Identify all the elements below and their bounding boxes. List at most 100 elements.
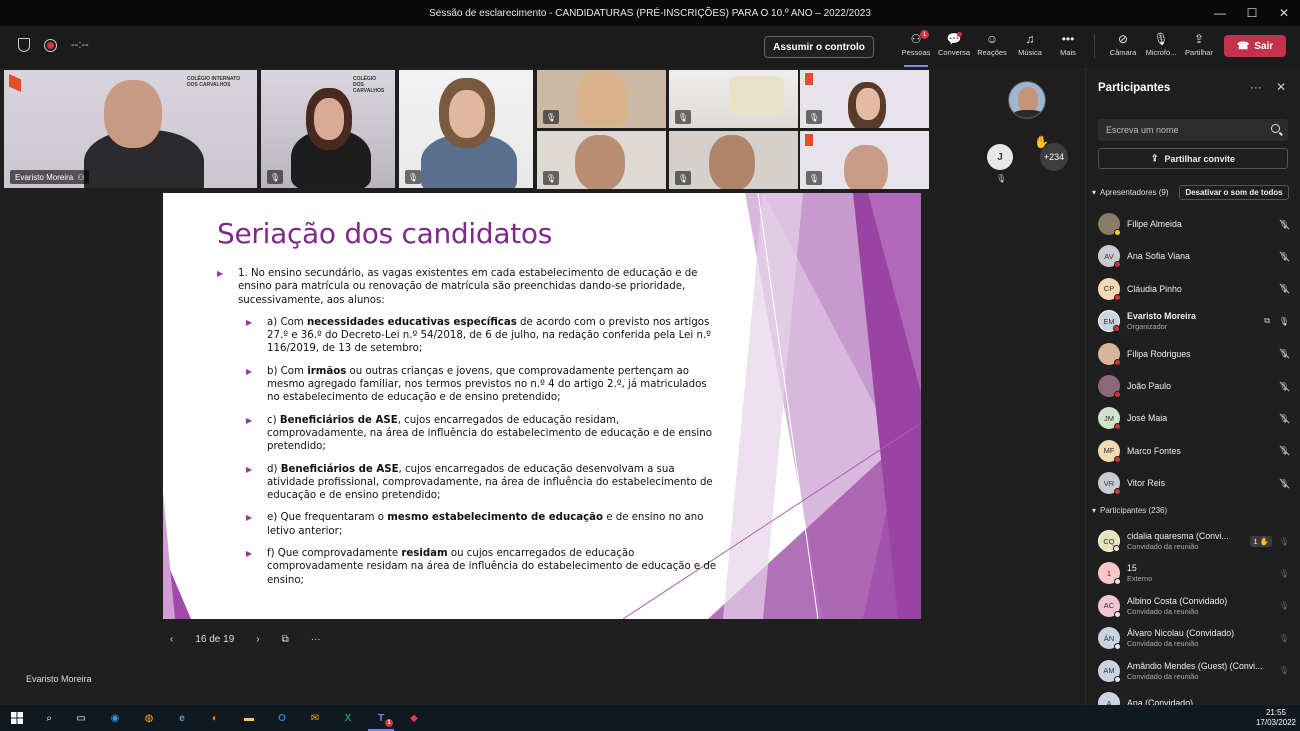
presenter-row[interactable]: VR Vitor Reis 🎙 <box>1098 469 1290 497</box>
people-button[interactable]: ⚇ 1 Pessoas <box>897 30 935 67</box>
mic-off-icon[interactable]: 🎙 <box>1278 477 1290 489</box>
search-icon[interactable]: ⌕ <box>40 709 58 727</box>
mic-off-icon[interactable]: 🎙 <box>1278 412 1290 424</box>
more-button[interactable]: ••• Mais <box>1049 30 1087 64</box>
avatar: 1 <box>1098 562 1121 586</box>
file-explorer-icon[interactable]: ▬ <box>240 709 258 727</box>
share-button[interactable]: ⇪ Partilhar <box>1180 30 1218 64</box>
outlook-icon[interactable]: O <box>273 709 291 727</box>
slide-grid-icon[interactable]: ⧉ <box>282 634 289 645</box>
overflow-initial-avatar[interactable]: J <box>987 144 1013 170</box>
presenter-row[interactable]: Filipa Rodrigues 🎙 <box>1098 340 1290 368</box>
participant-row[interactable]: ÁN Álvaro Nicolau (Convidado) Convidado da… <box>1098 624 1290 652</box>
school-flag-icon <box>805 73 813 85</box>
mute-all-button[interactable]: Desativar o som de todos <box>1179 185 1289 200</box>
avatar: MF <box>1098 439 1121 463</box>
mic-muted-icon: 🎙 <box>267 170 283 184</box>
participants-header[interactable]: ▾ Participantes (236) <box>1092 506 1167 515</box>
mic-off-icon[interactable]: 🎙 <box>1278 445 1290 457</box>
ie-icon[interactable]: e <box>173 709 191 727</box>
firefox-icon[interactable]: ◐ <box>206 709 224 727</box>
leave-label: Sair <box>1254 40 1274 52</box>
participant-row[interactable]: AC Albino Costa (Convidado) Convidado da r… <box>1098 592 1290 620</box>
item-text: e) Que frequentaram o <box>267 512 388 524</box>
mic-icon[interactable]: 🎙 <box>1278 600 1290 612</box>
share-invite-icon: ⇪ <box>1150 153 1159 163</box>
avatar-initials: ÁN <box>1103 633 1115 643</box>
presenter-row[interactable]: João Paulo 🎙 <box>1098 372 1290 400</box>
mic-icon[interactable]: 🎙 <box>1278 567 1290 579</box>
leave-button[interactable]: ☎ Sair <box>1224 35 1286 57</box>
mic-icon[interactable]: 🎙 <box>1278 315 1290 327</box>
minimize-button[interactable]: — <box>1204 0 1236 26</box>
taskbar-clock[interactable]: 21:55 17/03/2022 <box>1256 708 1296 728</box>
mic-off-icon[interactable]: 🎙 <box>1278 380 1290 392</box>
avatar: ÁN <box>1098 627 1121 651</box>
panel-title: Participantes <box>1098 82 1171 94</box>
participant-row[interactable]: AM Amândio Mendes (Guest) (Convi... Convid… <box>1098 657 1290 685</box>
video-tile[interactable]: 🎙 <box>800 131 929 189</box>
participant-row[interactable]: 1 15 Externo 🎙 <box>1098 559 1290 587</box>
task-view-icon[interactable]: ▭ <box>72 709 90 727</box>
presenter-row[interactable]: JM José Maia 🎙 <box>1098 404 1290 432</box>
video-tile[interactable]: 🎙 <box>537 70 666 128</box>
mic-off-icon[interactable]: 🎙 <box>1278 348 1290 360</box>
mic-off-icon[interactable]: 🎙 <box>1278 250 1290 262</box>
search-input[interactable]: Escreva um nome <box>1098 119 1288 141</box>
next-slide-icon[interactable]: › <box>256 634 259 645</box>
video-tile[interactable]: 🎙 <box>800 70 929 128</box>
participant-info: Álvaro Nicolau (Convidado) Convidado da r… <box>1127 628 1278 648</box>
background-object <box>729 76 784 116</box>
chrome-icon[interactable]: ◍ <box>140 709 158 727</box>
video-tile[interactable]: COLÉGIO DOS CARVALHOS 🎙 <box>261 70 395 188</box>
panel-more-icon[interactable]: ··· <box>1250 80 1262 94</box>
overflow-count[interactable]: +234 <box>1040 143 1068 171</box>
presenter-row[interactable]: EM Evaristo Moreira Organizador ⧉ 🎙 <box>1098 307 1290 335</box>
take-control-button[interactable]: Assumir o controlo <box>764 36 874 58</box>
video-tile[interactable]: 🎙 <box>669 70 798 128</box>
video-tile[interactable]: 🎙 <box>537 131 666 189</box>
people-label: Pessoas <box>901 48 931 57</box>
search-icon[interactable] <box>1271 124 1280 133</box>
presenter-row[interactable]: Filipe Almeida 🎙 <box>1098 210 1290 238</box>
app-icon[interactable]: ✉ <box>306 709 324 727</box>
reactions-button[interactable]: ☺ Reações <box>973 30 1011 64</box>
item-emphasis: mesmo estabelecimento de educação <box>387 512 604 524</box>
teams-icon[interactable]: T1 <box>372 709 393 727</box>
participant-row[interactable]: CQ cidalia quaresma (Convi... Convidado da… <box>1098 527 1290 555</box>
share-invite-button[interactable]: ⇪ Partilhar convite <box>1098 148 1288 169</box>
panel-controls: ··· ✕ <box>1250 80 1286 94</box>
presenter-row[interactable]: MF Marco Fontes 🎙 <box>1098 437 1290 465</box>
shield-icon <box>18 38 30 52</box>
mic-button[interactable]: 🎙 Microfo... <box>1142 30 1180 64</box>
presenter-row[interactable]: CP Cláudia Pinho 🎙 <box>1098 275 1290 303</box>
chat-button[interactable]: 💬 Conversa <box>935 30 973 64</box>
video-tile-speaker[interactable]: COLÉGIO INTERNATO DOS CARVALHOS Evaristo… <box>4 70 257 188</box>
slide-more-icon[interactable]: ··· <box>311 634 321 645</box>
maximize-button[interactable]: ☐ <box>1236 0 1268 26</box>
school-flag-icon <box>805 134 813 146</box>
avatar-initials: 1 <box>1106 568 1112 578</box>
close-icon[interactable]: ✕ <box>1276 80 1286 94</box>
prev-slide-icon[interactable]: ‹ <box>170 634 173 645</box>
mic-off-icon[interactable]: 🎙 <box>1278 283 1290 295</box>
edge-icon[interactable]: ◉ <box>106 709 124 727</box>
mic-icon[interactable]: 🎙 <box>1278 665 1290 677</box>
person-head <box>844 145 888 189</box>
status-dot <box>1113 325 1120 333</box>
video-tile[interactable]: 🎙 <box>669 131 798 189</box>
excel-icon[interactable]: X <box>339 709 357 727</box>
participant-role: Externo <box>1127 574 1153 584</box>
mic-off-icon[interactable]: 🎙 <box>1278 218 1290 230</box>
anydesk-icon[interactable]: ◆ <box>405 709 423 727</box>
camera-button[interactable]: ⊘ Câmara <box>1104 30 1142 64</box>
presenters-header[interactable]: ▾ Apresentadores (9) <box>1092 188 1169 197</box>
mic-icon[interactable]: 🎙 <box>1278 632 1290 644</box>
start-icon[interactable] <box>8 709 26 727</box>
presenter-row[interactable]: AV Ana Sofia Viana 🎙 <box>1098 242 1290 270</box>
music-button[interactable]: ♫ Música <box>1011 30 1049 64</box>
close-window-button[interactable]: ✕ <box>1268 0 1300 26</box>
mic-icon[interactable]: 🎙 <box>1278 535 1290 547</box>
video-tile[interactable]: 🎙 <box>399 70 533 188</box>
overflow-avatar[interactable] <box>1008 81 1046 119</box>
